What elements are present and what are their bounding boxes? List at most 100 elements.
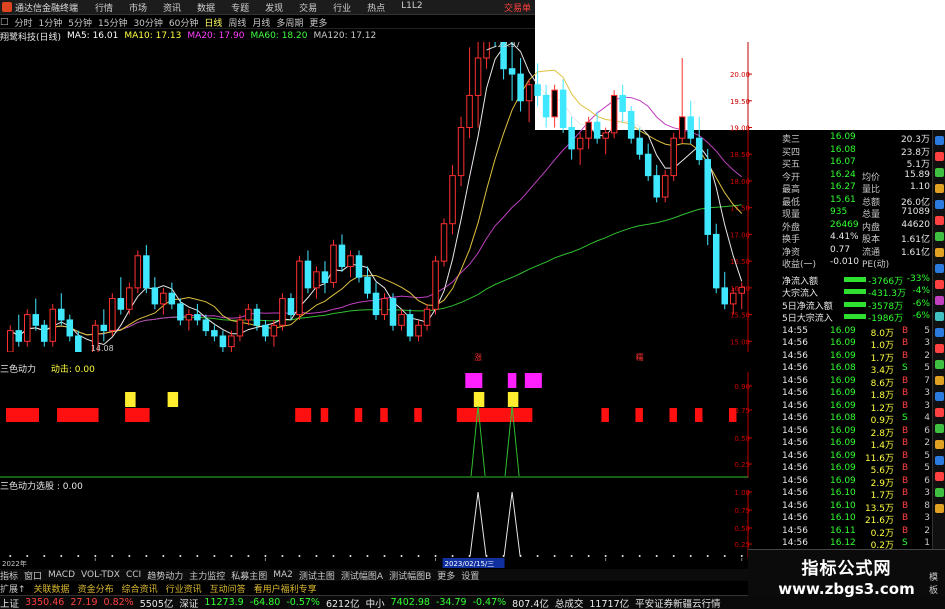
candle-body[interactable] [355, 255, 363, 278]
indicator-tab-6[interactable]: 主力监控 [189, 569, 225, 582]
menu-item-9[interactable]: L1L2 [401, 1, 422, 14]
candle-body[interactable] [568, 127, 575, 150]
ext-tab-1[interactable]: 关联数据 [34, 582, 70, 595]
indicator-tab-11[interactable]: 测试幅图B [389, 569, 431, 582]
candle-body[interactable] [304, 260, 312, 289]
candle-body[interactable] [32, 314, 40, 326]
tool-icon-17[interactable] [934, 408, 944, 417]
tool-icon-2[interactable] [934, 168, 944, 177]
candle-body[interactable] [636, 137, 643, 155]
candle-body[interactable] [168, 292, 176, 305]
tool-icon-19[interactable] [934, 440, 944, 449]
tool-icon-16[interactable] [934, 392, 944, 401]
period-4[interactable]: 30分钟 [133, 16, 162, 29]
tool-icon-13[interactable] [934, 344, 944, 353]
candle-body[interactable] [704, 159, 711, 235]
candle-body[interactable] [415, 324, 422, 337]
candle-body[interactable] [347, 255, 354, 267]
candle-body[interactable] [602, 132, 609, 139]
candle-body[interactable] [406, 314, 414, 337]
candle-body[interactable] [6, 330, 14, 352]
ext-tab-4[interactable]: 行业资讯 [166, 582, 202, 595]
ext-tab-3[interactable]: 综合资讯 [122, 582, 158, 595]
candle-body[interactable] [483, 42, 490, 59]
candle-body[interactable] [287, 298, 295, 316]
menu-item-3[interactable]: 数据 [197, 1, 215, 14]
candle-body[interactable] [542, 94, 550, 118]
candle-body[interactable] [381, 298, 388, 316]
menu-item-5[interactable]: 发现 [265, 1, 283, 14]
tool-icon-8[interactable] [934, 264, 944, 273]
candle-body[interactable] [151, 287, 159, 305]
indicator-tab-8[interactable]: MA2 [273, 570, 293, 580]
tool-icon-23[interactable] [934, 504, 944, 513]
candle-body[interactable] [313, 271, 320, 289]
menu-item-2[interactable]: 资讯 [163, 1, 181, 14]
candle-body[interactable] [338, 244, 346, 267]
candle-body[interactable] [185, 314, 193, 321]
period-10[interactable]: 更多 [309, 16, 327, 29]
candle-body[interactable] [177, 303, 184, 321]
candle-body[interactable] [729, 292, 737, 305]
candle-body[interactable] [194, 314, 201, 321]
candle-body[interactable] [559, 89, 567, 129]
price-chart[interactable]: 20.0019.5019.0018.5018.0017.5017.0016.50… [0, 42, 752, 352]
candle-body[interactable] [525, 84, 533, 102]
candle-body[interactable] [228, 335, 235, 348]
tool-icon-14[interactable] [934, 360, 944, 369]
candle-body[interactable] [585, 121, 592, 139]
tool-icon-7[interactable] [934, 248, 944, 257]
candle-body[interactable] [398, 314, 405, 326]
indicator-tab-10[interactable]: 测试幅图A [341, 569, 383, 582]
indicator-tab-0[interactable]: 指标 [0, 569, 18, 582]
candle-body[interactable] [270, 324, 278, 337]
indicator-tab-13[interactable]: 设置 [461, 569, 479, 582]
tool-icon-6[interactable] [934, 232, 944, 241]
indicator-tab-4[interactable]: CCI [126, 570, 141, 580]
candle-body[interactable] [117, 298, 125, 310]
indicator-tab-7[interactable]: 私募主图 [231, 569, 267, 582]
tool-icon-0[interactable] [934, 136, 944, 145]
candle-body[interactable] [321, 271, 329, 284]
trade-account-button[interactable]: 交易单 [504, 1, 531, 14]
indicator1-chart[interactable]: 0.960.750.500.25 [0, 372, 752, 478]
period-3[interactable]: 15分钟 [98, 16, 127, 29]
candle-body[interactable] [466, 94, 473, 129]
period-9[interactable]: 多周期 [276, 16, 303, 29]
indicator-tab-9[interactable]: 测试主图 [299, 569, 335, 582]
candle-body[interactable] [593, 121, 601, 139]
candle-body[interactable] [372, 292, 380, 316]
candle-body[interactable] [253, 308, 261, 326]
candle-body[interactable] [126, 287, 133, 310]
period-2[interactable]: 5分钟 [68, 16, 92, 29]
candle-body[interactable] [15, 330, 23, 342]
menu-item-8[interactable]: 热点 [367, 1, 385, 14]
candle-body[interactable] [330, 244, 337, 284]
candle-body[interactable] [610, 94, 618, 134]
candle-body[interactable] [721, 287, 728, 305]
candle-body[interactable] [100, 324, 108, 332]
period-8[interactable]: 月线 [252, 16, 270, 29]
candle-body[interactable] [644, 153, 652, 177]
candle-body[interactable] [534, 84, 541, 96]
candle-body[interactable] [364, 276, 371, 294]
ext-tab-6[interactable]: 看用户福利专享 [254, 582, 317, 595]
candle-body[interactable] [296, 260, 303, 316]
candle-body[interactable] [24, 314, 31, 342]
tool-icon-11[interactable] [934, 312, 944, 321]
candle-body[interactable] [236, 319, 244, 337]
menu-item-1[interactable]: 市场 [129, 1, 147, 14]
candle-body[interactable] [661, 175, 669, 198]
indicator2-chart[interactable]: 1.000.750.500.25 [0, 490, 752, 558]
ext-tab-2[interactable]: 资金分布 [78, 582, 114, 595]
indicator-tab-2[interactable]: MACD [48, 570, 75, 580]
candle-body[interactable] [143, 255, 150, 289]
ext-tab-5[interactable]: 互动问答 [210, 582, 246, 595]
menu-item-6[interactable]: 交易 [299, 1, 317, 14]
indicator-tab-5[interactable]: 趋势动力 [147, 569, 183, 582]
candle-body[interactable] [279, 298, 286, 326]
candle-body[interactable] [202, 319, 210, 332]
candle-body[interactable] [262, 324, 269, 337]
period-0[interactable]: 分时 [15, 16, 33, 29]
candle-body[interactable] [695, 137, 703, 161]
